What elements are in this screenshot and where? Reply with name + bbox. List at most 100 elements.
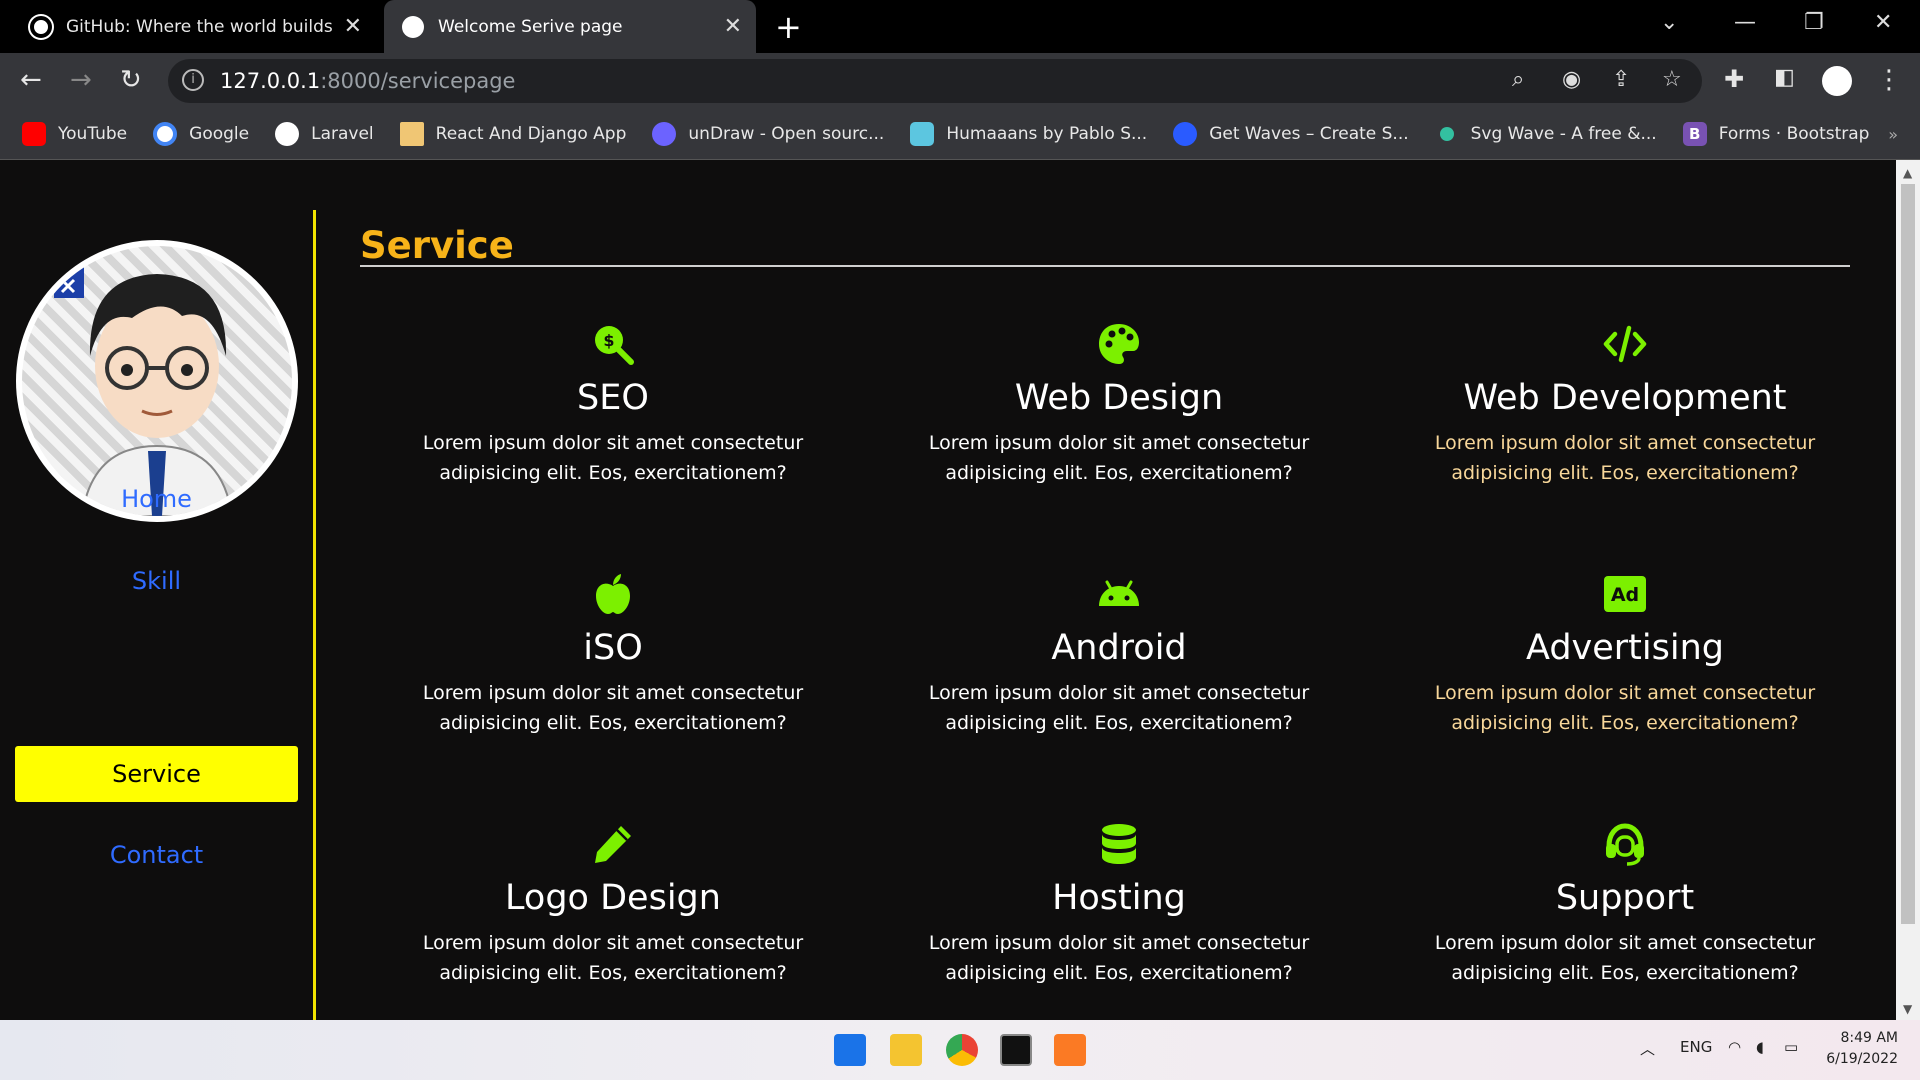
bookmark-google[interactable]: Google <box>153 122 249 146</box>
card-title: Web Design <box>1014 378 1224 418</box>
language-indicator[interactable]: ENG <box>1680 1038 1712 1056</box>
bookmark-bootstrap[interactable]: B Forms · Bootstrap <box>1682 122 1870 146</box>
card-title: iSO <box>583 628 643 668</box>
file-explorer-icon[interactable] <box>890 1034 922 1066</box>
card-title: Android <box>1051 628 1187 668</box>
android-icon <box>1099 580 1139 606</box>
bookmark-label: Google <box>189 124 250 144</box>
bookmark-getwaves[interactable]: Get Waves – Create S... <box>1173 122 1409 146</box>
back-button[interactable]: ← <box>20 65 42 95</box>
extensions-icon[interactable]: ✚ <box>1724 65 1744 93</box>
bookmark-label: Get Waves – Create S... <box>1209 124 1409 144</box>
windows-start-icon[interactable] <box>834 1034 866 1066</box>
tab-title: Welcome Serive page <box>438 16 623 37</box>
bookmark-humaaans[interactable]: Humaaans by Pablo S... <box>910 122 1147 146</box>
clock-time: 8:49 AM <box>1840 1030 1898 1046</box>
bootstrap-icon: B <box>1682 122 1707 146</box>
close-icon[interactable]: ✕ <box>344 14 362 39</box>
waves-icon <box>1173 122 1198 146</box>
address-path: :8000/servicepage <box>320 69 516 93</box>
bookmark-label: Forms · Bootstrap <box>1718 124 1870 144</box>
bookmark-undraw[interactable]: unDraw - Open sourc... <box>652 122 884 146</box>
restore-button[interactable]: ❐ <box>1804 10 1824 35</box>
globe-icon <box>275 122 300 146</box>
terminal-icon[interactable] <box>1000 1034 1032 1066</box>
minimize-button[interactable]: — <box>1734 10 1756 35</box>
nav-skill[interactable]: Skill <box>15 553 298 609</box>
card-title: Advertising <box>1526 628 1724 668</box>
chevron-up-icon[interactable]: ︿ <box>1640 1038 1655 1059</box>
card-description: Lorem ipsum dolor sit amet consectetur a… <box>422 682 804 734</box>
forward-button[interactable]: → <box>70 65 92 95</box>
service-card-advertising: Ad Advertising Lorem ipsum dolor sit ame… <box>1372 572 1878 738</box>
bookmark-label: Laravel <box>311 124 374 144</box>
site-info-icon[interactable]: i <box>182 69 204 91</box>
headset-icon <box>1606 823 1644 866</box>
menu-icon[interactable]: ⋮ <box>1876 65 1902 95</box>
wifi-icon[interactable]: ◠ <box>1728 1038 1741 1056</box>
nav-contact[interactable]: Contact <box>15 827 298 883</box>
sidebar-divider <box>313 210 316 1020</box>
system-clock[interactable]: 8:49 AM 6/19/2022 <box>1826 1028 1898 1070</box>
profile-avatar[interactable] <box>1822 66 1852 96</box>
dot-icon <box>1439 127 1454 141</box>
bookmarks-overflow-icon[interactable]: » <box>1888 125 1898 144</box>
bookmark-label: YouTube <box>58 124 128 144</box>
sidebar: Home Skill Service Contact <box>0 160 314 1020</box>
nav-service[interactable]: Service <box>15 746 298 802</box>
title-underline <box>360 265 1850 267</box>
bookmark-laravel[interactable]: Laravel <box>275 122 374 146</box>
bookmark-youtube[interactable]: YouTube <box>22 122 127 146</box>
card-description: Lorem ipsum dolor sit amet consectetur a… <box>1434 932 1816 984</box>
humaaans-icon <box>910 122 935 146</box>
youtube-icon <box>22 122 46 146</box>
card-title: Hosting <box>1052 878 1186 918</box>
chrome-icon[interactable] <box>946 1034 978 1066</box>
close-icon[interactable]: ✕ <box>724 14 742 39</box>
side-panel-icon[interactable]: ◧ <box>1774 65 1795 90</box>
card-description: Lorem ipsum dolor sit amet consectetur a… <box>1434 432 1816 484</box>
database-icon <box>1102 824 1136 864</box>
bookmark-svgwave[interactable]: Svg Wave - A free &... <box>1435 124 1657 144</box>
card-description: Lorem ipsum dolor sit amet consectetur a… <box>928 432 1310 484</box>
address-host: 127.0.0.1 <box>220 69 321 93</box>
service-card-logo-design: Logo Design Lorem ipsum dolor sit amet c… <box>360 822 866 988</box>
reload-button[interactable]: ↻ <box>120 65 142 95</box>
card-description: Lorem ipsum dolor sit amet consectetur a… <box>422 432 804 484</box>
service-card-web-design: Web Design Lorem ipsum dolor sit amet co… <box>866 322 1372 488</box>
battery-icon[interactable]: ▭ <box>1784 1038 1798 1056</box>
eye-icon[interactable]: ◉ <box>1562 67 1581 92</box>
nav-home[interactable]: Home <box>15 471 298 527</box>
tab-github[interactable]: GitHub: Where the world builds soft ✕ <box>14 0 376 53</box>
xampp-icon[interactable] <box>1054 1034 1086 1066</box>
bookmark-label: React And Django App <box>435 124 627 144</box>
bookmark-react-django[interactable]: React And Django App <box>399 122 627 146</box>
globe-icon <box>402 15 424 38</box>
service-card-seo: $ SEO Lorem ipsum dolor sit amet consect… <box>360 322 866 488</box>
scrollbar[interactable]: ▲ ▼ <box>1896 160 1920 1020</box>
scroll-down-icon[interactable]: ▼ <box>1903 1002 1912 1016</box>
card-title: SEO <box>577 378 649 418</box>
browser-toolbar: ← → ↻ i 127.0.0.1:8000/servicepage ⌕ ◉ ⇪… <box>0 53 1920 109</box>
service-card-android: Android Lorem ipsum dolor sit amet conse… <box>866 572 1372 738</box>
scroll-up-icon[interactable]: ▲ <box>1903 166 1912 180</box>
tab-service[interactable]: Welcome Serive page ✕ <box>384 0 756 53</box>
star-of-david-icon <box>399 122 424 146</box>
service-card-support: Support Lorem ipsum dolor sit amet conse… <box>1372 822 1878 988</box>
bookmarks-bar: YouTube Google Laravel React And Django … <box>0 109 1920 160</box>
pencil-icon <box>595 826 631 863</box>
page-title: Service <box>360 224 514 267</box>
apple-icon <box>596 574 630 614</box>
palette-icon <box>1099 324 1139 364</box>
address-bar[interactable]: i 127.0.0.1:8000/servicepage ⌕ ◉ ⇪ ☆ <box>168 59 1702 103</box>
close-window-button[interactable]: ✕ <box>1874 10 1892 35</box>
scrollbar-thumb[interactable] <box>1901 184 1915 924</box>
bookmark-label: unDraw - Open sourc... <box>688 124 885 144</box>
share-icon[interactable]: ⇪ <box>1612 67 1630 92</box>
zoom-icon[interactable]: ⌕ <box>1512 67 1524 92</box>
star-icon[interactable]: ☆ <box>1662 67 1682 92</box>
code-icon <box>1603 325 1647 363</box>
volume-icon[interactable]: ◖ <box>1756 1038 1764 1056</box>
new-tab-button[interactable]: + <box>775 8 802 46</box>
tab-search-icon[interactable]: ⌄ <box>1660 10 1678 35</box>
